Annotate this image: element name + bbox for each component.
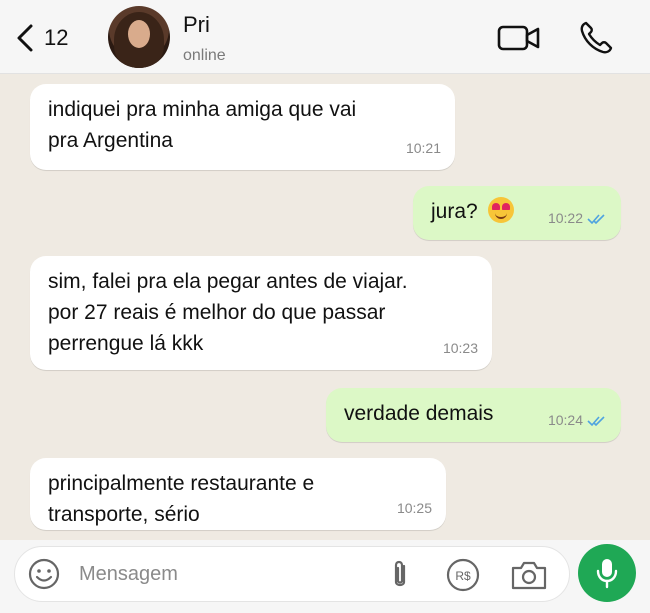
- message-input-container[interactable]: R$: [14, 546, 570, 602]
- heart-eyes-emoji-icon: [487, 197, 514, 223]
- camera-icon[interactable]: [509, 558, 549, 592]
- unread-count: 12: [44, 25, 69, 50]
- message-bubble-incoming[interactable]: principalmente restaurante e transporte,…: [30, 458, 446, 530]
- message-text: principalmente restaurante e transporte,…: [48, 472, 315, 526]
- message-time: 10:22: [547, 210, 583, 226]
- payment-icon[interactable]: R$: [445, 557, 481, 593]
- avatar[interactable]: [108, 6, 170, 68]
- back-button[interactable]: 12: [14, 20, 84, 56]
- svg-text:R$: R$: [455, 569, 471, 583]
- message-time: 10:23: [442, 340, 478, 356]
- message-time: 10:24: [547, 412, 583, 428]
- chevron-left-icon: [17, 24, 33, 52]
- phone-icon[interactable]: [578, 20, 614, 56]
- message-time: 10:21: [405, 140, 441, 156]
- attachment-icon[interactable]: [387, 558, 413, 592]
- message-bubble-incoming[interactable]: sim, falei pra ela pegar antes de viajar…: [30, 256, 492, 370]
- contact-status: online: [183, 47, 226, 64]
- message-time: 10:25: [396, 500, 432, 516]
- message-input[interactable]: [79, 558, 359, 590]
- composer-bar: R$: [0, 540, 650, 613]
- contact-name[interactable]: Pri: [183, 12, 210, 38]
- emoji-icon[interactable]: [27, 557, 61, 591]
- video-call-icon[interactable]: [497, 20, 541, 56]
- voice-message-button[interactable]: [578, 544, 636, 602]
- message-bubble-outgoing[interactable]: verdade demais 10:24: [326, 388, 621, 442]
- message-text: sim, falei pra ela pegar antes de viajar…: [48, 270, 408, 355]
- chat-area[interactable]: indiquei pra minha amiga que vai pra Arg…: [0, 74, 650, 540]
- read-receipt-icon: [587, 213, 605, 224]
- microphone-icon: [596, 559, 618, 589]
- chat-header: 12 Pri online: [0, 0, 650, 74]
- message-bubble-outgoing[interactable]: jura? 10:22: [413, 186, 621, 240]
- message-text: indiquei pra minha amiga que vai pra Arg…: [48, 98, 357, 152]
- message-text: jura?: [431, 200, 478, 223]
- message-bubble-incoming[interactable]: indiquei pra minha amiga que vai pra Arg…: [30, 84, 455, 170]
- read-receipt-icon: [587, 415, 605, 426]
